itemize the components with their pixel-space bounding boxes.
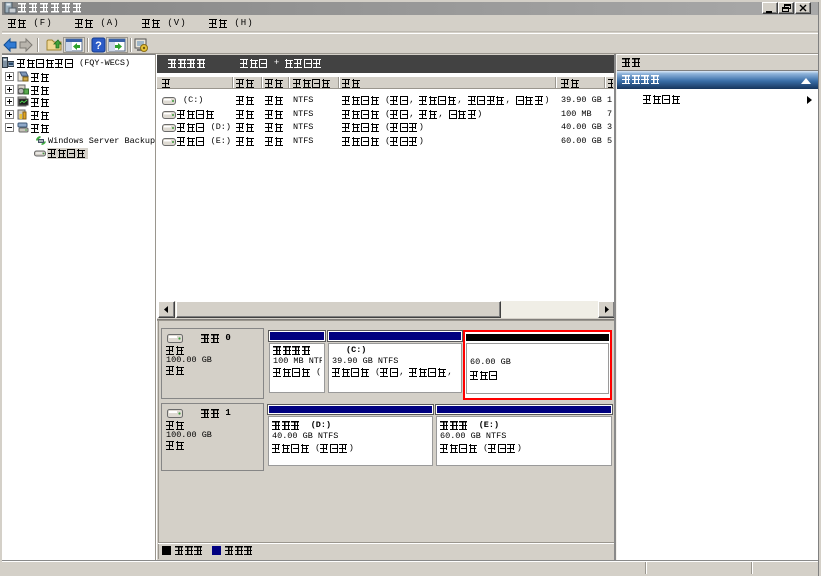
svg-text:?: ? [95,40,102,52]
